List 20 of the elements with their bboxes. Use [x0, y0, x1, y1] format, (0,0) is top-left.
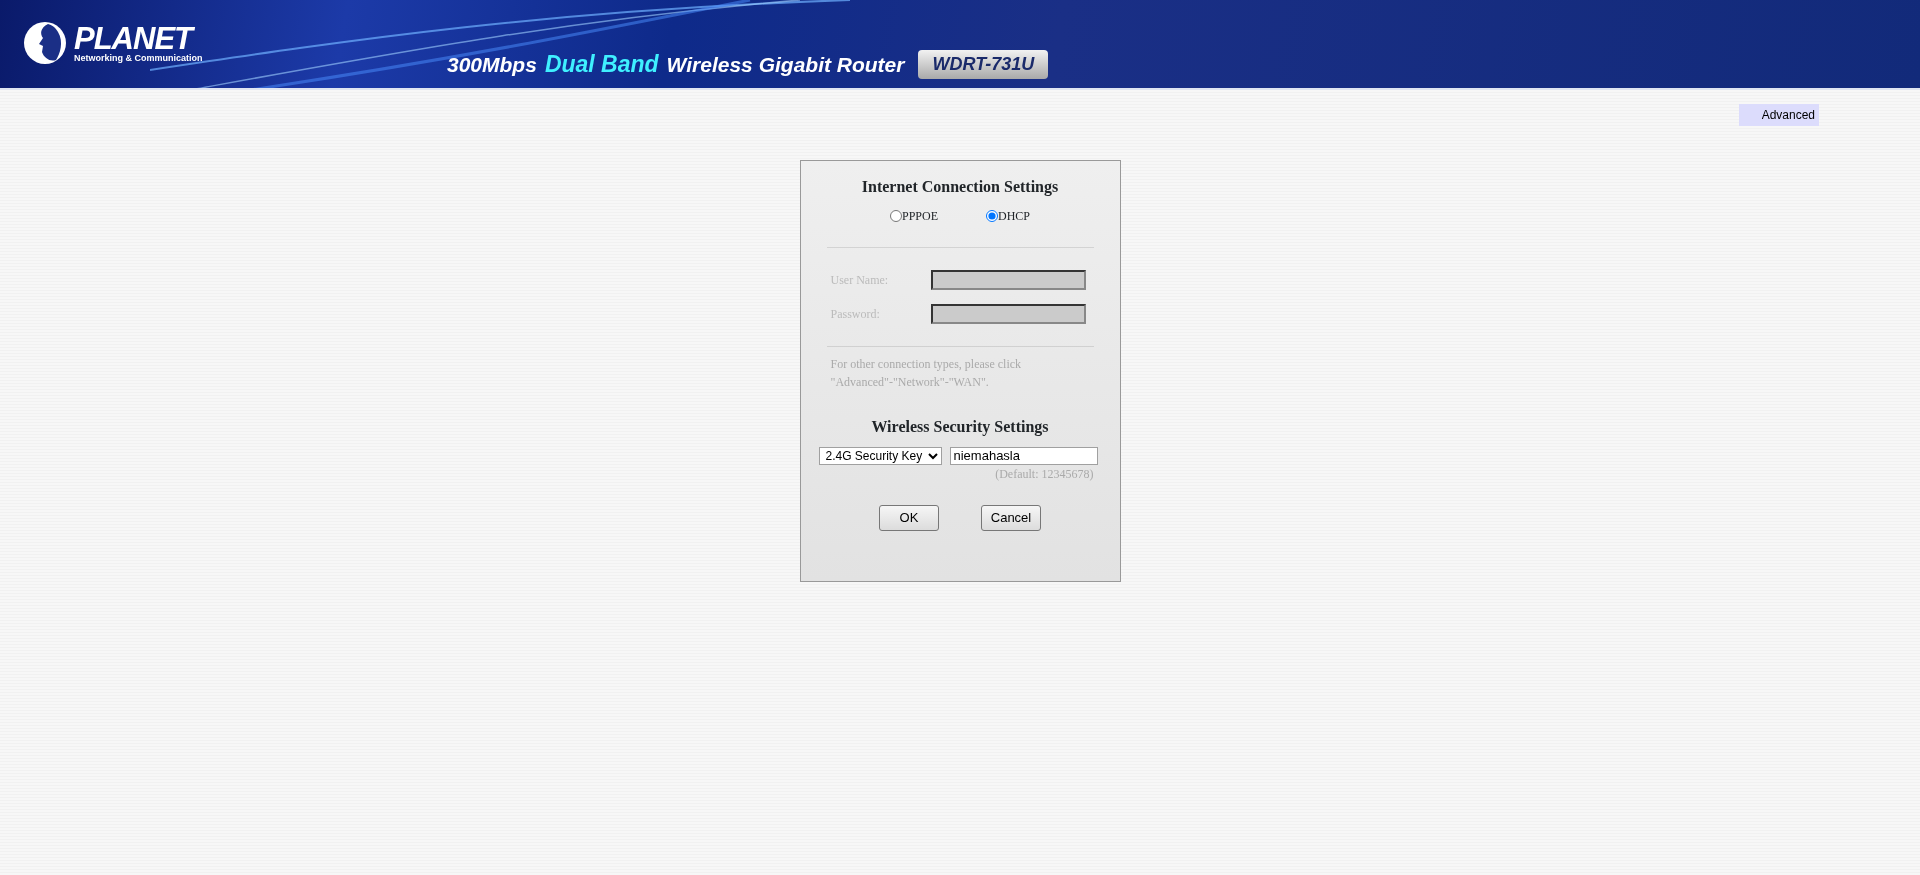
section-title: Internet Connection Settings — [860, 177, 1060, 198]
radio-button[interactable] — [889, 210, 902, 222]
radio-label[interactable]: DHCP — [998, 207, 1030, 225]
face-profile-logo-icon — [22, 20, 68, 66]
model-badge: WDRT-731U — [918, 49, 1049, 79]
help-note: For other connection types, please click "Advanced"-"Network"-"WAN". — [830, 356, 1023, 391]
brand-tagline: Networking & Communication — [74, 54, 203, 63]
product-text: Wireless Gigabit Router — [666, 51, 905, 78]
dialog-button[interactable]: OK — [879, 505, 939, 531]
dialog-button[interactable]: Cancel — [981, 505, 1041, 531]
radio-label[interactable]: PPPOE — [901, 207, 938, 225]
radio-button[interactable] — [986, 210, 998, 222]
key-type-select[interactable]: 2.4G Security Key — [818, 447, 942, 465]
advanced-link[interactable]: Advanced — [1739, 104, 1819, 126]
band-text: Dual Band — [544, 50, 659, 79]
speed-text: 300Mbps — [447, 51, 537, 78]
section-title: Wireless Security Settings — [870, 417, 1050, 438]
security-key-field[interactable]: niemahasla — [949, 447, 1098, 465]
brand-name: PLANET — [74, 23, 203, 54]
default-key-hint: (Default: 12345678) — [994, 466, 1094, 483]
